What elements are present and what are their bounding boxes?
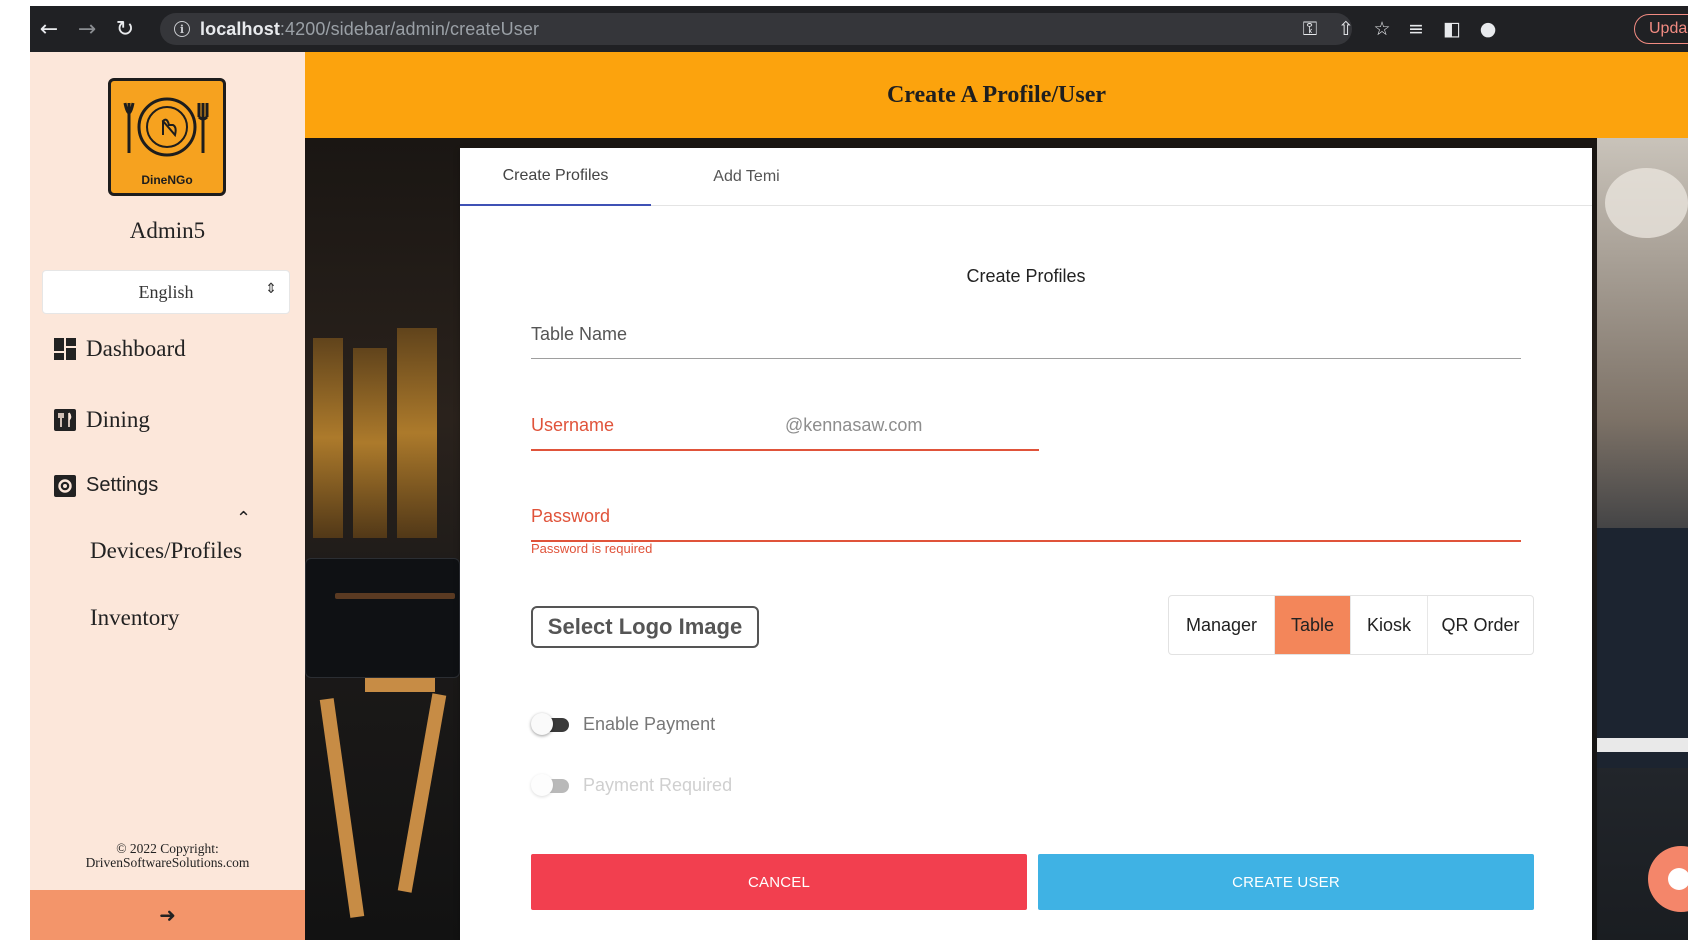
password-label: Password bbox=[531, 506, 611, 526]
back-icon[interactable]: ← bbox=[30, 6, 68, 52]
role-kiosk-button[interactable]: Kiosk bbox=[1351, 596, 1428, 654]
table-name-underline bbox=[531, 358, 1521, 359]
side-panel-icon[interactable]: ◧ bbox=[1434, 6, 1470, 52]
chevron-up-icon[interactable]: ⌃ bbox=[236, 508, 251, 529]
sidebar-item-label: Dashboard bbox=[86, 336, 186, 361]
page-header: Create A Profile/User bbox=[305, 52, 1688, 138]
username-underline bbox=[531, 449, 1039, 451]
star-icon[interactable]: ☆ bbox=[1364, 6, 1400, 52]
sidebar-item-label: Dining bbox=[86, 407, 150, 432]
copyright: © 2022 Copyright: DrivenSoftwareSolution… bbox=[30, 842, 305, 870]
dining-icon bbox=[54, 409, 76, 431]
select-logo-image-button[interactable]: Select Logo Image bbox=[531, 606, 759, 648]
username-field[interactable]: Username @kennasaw.com bbox=[531, 415, 1039, 451]
logout-button[interactable]: ➜ bbox=[30, 890, 305, 940]
sidebar: DineNGo Admin5 English ⇕ Dashboard Dinin… bbox=[30, 52, 305, 940]
copyright-site: DrivenSoftwareSolutions.com bbox=[85, 855, 250, 870]
sidebar-item-label: Settings bbox=[86, 474, 159, 496]
dashboard-icon bbox=[54, 338, 76, 360]
tab-create-profiles[interactable]: Create Profiles bbox=[460, 148, 651, 206]
logo-text: DineNGo bbox=[141, 173, 193, 187]
role-toggle-group: Manager Table Kiosk QR Order bbox=[1168, 595, 1534, 655]
url-host: localhost bbox=[200, 18, 280, 39]
language-value: English bbox=[138, 281, 194, 302]
update-button[interactable]: Upda bbox=[1634, 14, 1688, 44]
sidebar-item-dining[interactable]: Dining bbox=[54, 407, 150, 433]
tab-bar: Create Profiles Add Temi bbox=[460, 148, 1592, 206]
language-select[interactable]: English ⇕ bbox=[42, 270, 290, 314]
role-qr-order-button[interactable]: QR Order bbox=[1428, 596, 1533, 654]
key-icon[interactable]: ⚿ bbox=[1292, 6, 1328, 52]
username-domain-suffix: @kennasaw.com bbox=[785, 415, 923, 435]
enable-payment-row: Enable Payment bbox=[531, 712, 715, 736]
page-title: Create A Profile/User bbox=[886, 81, 1107, 108]
site-info-icon[interactable]: i bbox=[174, 21, 190, 37]
url-path: :4200/sidebar/admin/createUser bbox=[279, 18, 540, 39]
sidebar-subitem-inventory[interactable]: Inventory bbox=[90, 605, 179, 631]
share-icon[interactable]: ⇧ bbox=[1328, 6, 1364, 52]
create-profile-card: Create Profiles Add Temi Create Profiles… bbox=[460, 148, 1592, 940]
payment-required-row: Payment Required bbox=[531, 773, 732, 797]
brand-logo: DineNGo bbox=[108, 78, 226, 196]
password-error-text: Password is required bbox=[531, 541, 653, 556]
password-field[interactable]: Password bbox=[531, 506, 1521, 542]
password-underline bbox=[531, 540, 1521, 542]
copyright-line: © 2022 Copyright: bbox=[116, 841, 219, 856]
browser-toolbar: ← → ↻ i localhost:4200/sidebar/admin/cre… bbox=[30, 6, 1688, 52]
role-table-button[interactable]: Table bbox=[1275, 596, 1351, 654]
chat-bubble-icon bbox=[1668, 868, 1688, 890]
reload-icon[interactable]: ↻ bbox=[106, 6, 144, 52]
payment-required-label: Payment Required bbox=[583, 774, 733, 795]
enable-payment-toggle[interactable] bbox=[531, 712, 573, 736]
reading-list-icon[interactable]: ≡ bbox=[1398, 6, 1434, 52]
forward-icon[interactable]: → bbox=[68, 6, 106, 52]
form-title: Create Profiles bbox=[966, 266, 1086, 286]
admin-name: Admin5 bbox=[129, 218, 206, 243]
payment-required-toggle[interactable] bbox=[531, 773, 573, 797]
logout-icon: ➜ bbox=[159, 903, 176, 927]
table-name-field[interactable]: Table Name bbox=[531, 324, 1521, 360]
cancel-button[interactable]: CANCEL bbox=[531, 854, 1027, 910]
role-manager-button[interactable]: Manager bbox=[1169, 596, 1275, 654]
profile-avatar-icon[interactable]: ● bbox=[1470, 6, 1506, 52]
sidebar-item-dashboard[interactable]: Dashboard bbox=[54, 336, 186, 362]
table-name-label: Table Name bbox=[531, 324, 628, 344]
address-bar[interactable]: i localhost:4200/sidebar/admin/createUse… bbox=[160, 13, 1352, 45]
create-user-button[interactable]: CREATE USER bbox=[1038, 854, 1534, 910]
select-caret-icon: ⇕ bbox=[265, 281, 277, 297]
sidebar-subitem-devices-profiles[interactable]: Devices/Profiles bbox=[90, 538, 242, 564]
enable-payment-label: Enable Payment bbox=[583, 713, 716, 734]
sidebar-item-settings[interactable]: Settings bbox=[54, 474, 158, 497]
settings-icon bbox=[54, 474, 76, 497]
tab-add-temi[interactable]: Add Temi bbox=[651, 148, 842, 206]
